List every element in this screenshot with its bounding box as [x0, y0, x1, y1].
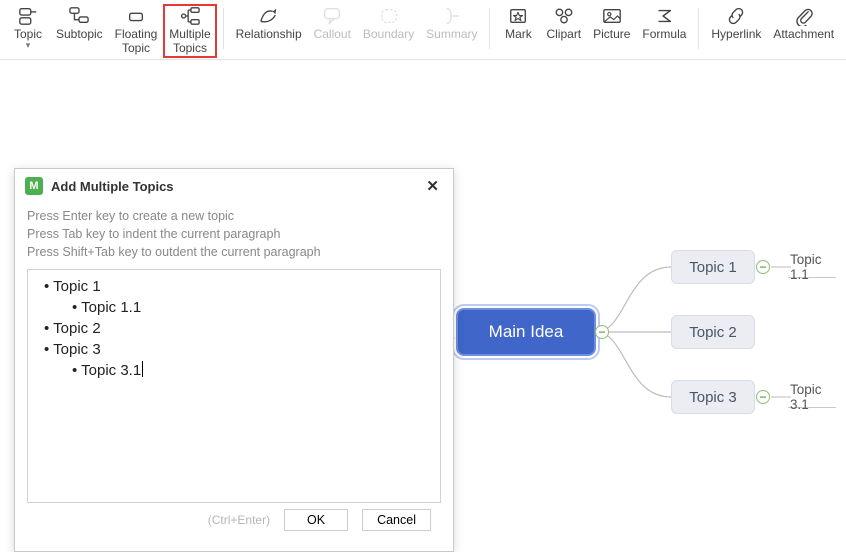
toolbar-mark-button[interactable]: Mark	[496, 4, 540, 44]
text-caret	[142, 361, 143, 377]
editor-line[interactable]: Topic 3	[44, 339, 430, 360]
toolbar-relationship-button[interactable]: Relationship	[230, 4, 308, 44]
shortcut-hint: (Ctrl+Enter)	[208, 513, 270, 527]
add-multiple-topics-dialog: M Add Multiple Topics ✕ Press Enter key …	[14, 168, 454, 552]
hint-text: Press Shift+Tab key to outdent the curre…	[27, 245, 441, 259]
toolbar-separator	[223, 8, 224, 49]
toolbar-separator	[698, 8, 699, 49]
toolbar-label: Mark	[505, 28, 532, 42]
toolbar-multiple-topics-button[interactable]: Multiple Topics	[163, 4, 216, 58]
toolbar-boundary-button: Boundary	[357, 4, 420, 44]
expand-icon[interactable]: −	[756, 260, 770, 274]
editor-line[interactable]: Topic 2	[44, 318, 430, 339]
ok-button[interactable]: OK	[284, 509, 348, 531]
toolbar-separator	[489, 8, 490, 49]
mindmap-sub-node[interactable]: Topic 3.1	[788, 386, 836, 408]
toolbar-attachment-button[interactable]: Attachment	[767, 4, 840, 44]
toolbar-label: Floating Topic	[115, 28, 158, 56]
editor-line[interactable]: Topic 3.1	[72, 360, 430, 381]
toolbar-label: Relationship	[236, 28, 302, 42]
toolbar-summary-button: Summary	[420, 4, 483, 44]
expand-icon[interactable]: −	[756, 390, 770, 404]
topics-editor[interactable]: Topic 1Topic 1.1Topic 2Topic 3Topic 3.1	[27, 269, 441, 503]
chevron-down-icon: ▾	[26, 40, 31, 50]
toolbar-subtopic-button[interactable]: Subtopic	[50, 4, 109, 44]
toolbar-label: Summary	[426, 28, 477, 42]
expand-icon[interactable]: −	[595, 325, 609, 339]
toolbar-floating-topic-button[interactable]: Floating Topic	[109, 4, 164, 58]
toolbar-clipart-button[interactable]: Clipart	[540, 4, 587, 44]
editor-line[interactable]: Topic 1.1	[72, 297, 430, 318]
mindmap-topic-node[interactable]: Topic 3	[671, 380, 755, 414]
mindmap-main-node[interactable]: Main Idea	[456, 308, 596, 356]
mindmap-topic-node[interactable]: Topic 2	[671, 315, 755, 349]
toolbar-label: Boundary	[363, 28, 414, 42]
toolbar-label: Formula	[642, 28, 686, 42]
mindmap-topic-node[interactable]: Topic 1	[671, 250, 755, 284]
cancel-button[interactable]: Cancel	[362, 509, 431, 531]
toolbar-label: Subtopic	[56, 28, 103, 42]
toolbar-label: Hyperlink	[711, 28, 761, 42]
toolbar-label: Attachment	[773, 28, 834, 42]
toolbar-label: Clipart	[546, 28, 581, 42]
mindmap-sub-node[interactable]: Topic 1.1	[788, 256, 836, 278]
toolbar: Topic▾ Subtopic Floating Topic Multiple Top…	[0, 0, 846, 60]
hint-text: Press Enter key to create a new topic	[27, 209, 441, 223]
hint-text: Press Tab key to indent the current para…	[27, 227, 441, 241]
editor-line[interactable]: Topic 1	[44, 276, 430, 297]
dialog-title-text: Add Multiple Topics	[51, 179, 174, 194]
toolbar-label: Picture	[593, 28, 630, 42]
toolbar-callout-button: Callout	[308, 4, 357, 44]
toolbar-hyperlink-button[interactable]: Hyperlink	[705, 4, 767, 44]
app-icon: M	[25, 177, 43, 195]
toolbar-formula-button[interactable]: Formula	[636, 4, 692, 44]
dialog-footer: (Ctrl+Enter) OK Cancel	[27, 503, 441, 541]
toolbar-picture-button[interactable]: Picture	[587, 4, 636, 44]
canvas[interactable]: Main Idea − Topic 1−Topic 1.1Topic 2Topi…	[0, 60, 846, 511]
mindmap[interactable]: Main Idea − Topic 1−Topic 1.1Topic 2Topi…	[456, 250, 836, 450]
dialog-body: Press Enter key to create a new topic Pr…	[15, 203, 453, 551]
dialog-titlebar: M Add Multiple Topics ✕	[15, 169, 453, 203]
toolbar-label: Multiple Topics	[169, 28, 210, 56]
toolbar-label: Callout	[314, 28, 351, 42]
toolbar-topic-button[interactable]: Topic▾	[6, 4, 50, 52]
close-icon[interactable]: ✕	[422, 177, 443, 195]
